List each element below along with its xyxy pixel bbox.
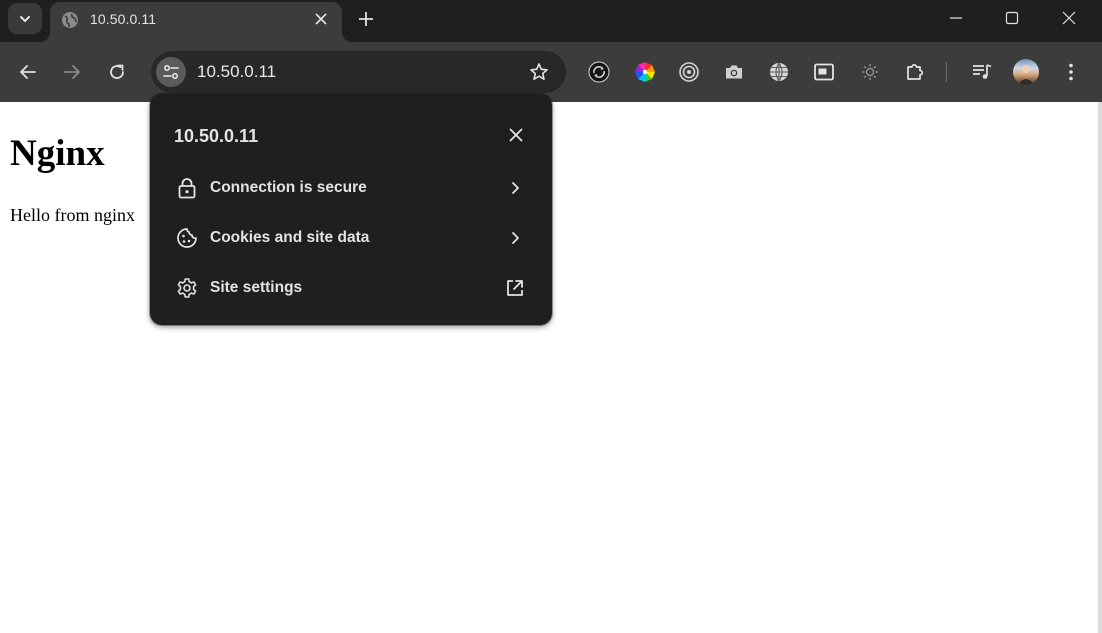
- tab-strip: 10.50.0.11: [0, 0, 1102, 42]
- arrow-right-icon: [64, 65, 80, 79]
- maximize-icon: [1005, 11, 1019, 25]
- cookie-icon: [176, 227, 198, 249]
- avatar-icon: [1018, 65, 1034, 85]
- close-icon: [315, 13, 327, 25]
- site-info-button[interactable]: [156, 57, 186, 87]
- reload-icon: [110, 64, 124, 79]
- window-close-button[interactable]: [1040, 0, 1098, 36]
- extension-sync-icon[interactable]: [587, 60, 611, 84]
- camera-icon: [726, 65, 742, 79]
- page-body-text: Hello from nginx: [10, 205, 135, 225]
- maximize-button[interactable]: [983, 0, 1041, 36]
- sun-icon: [862, 64, 878, 80]
- chevron-down-icon: [20, 15, 30, 22]
- address-bar[interactable]: 10.50.0.11: [151, 51, 566, 93]
- globe-icon: [770, 62, 788, 82]
- extension-target-icon[interactable]: [677, 60, 701, 84]
- sync-circle-icon: [588, 61, 610, 83]
- reload-button[interactable]: [102, 57, 132, 87]
- lock-icon: [176, 177, 198, 199]
- site-settings-row[interactable]: Site settings: [150, 264, 552, 314]
- extension-color-wheel-icon[interactable]: [633, 60, 657, 84]
- site-info-popup: 10.50.0.11 Connection is secure Cookies …: [150, 94, 552, 325]
- active-tab[interactable]: 10.50.0.11: [50, 2, 342, 42]
- connection-security-label: Connection is secure: [210, 179, 367, 196]
- target-icon: [679, 62, 699, 82]
- minimize-button[interactable]: [927, 0, 985, 36]
- cookies-site-data-label: Cookies and site data: [210, 229, 370, 246]
- connection-security-row[interactable]: Connection is secure: [150, 164, 552, 214]
- site-settings-label: Site settings: [210, 279, 303, 296]
- queue-music-icon: [973, 64, 992, 79]
- profile-avatar[interactable]: [1013, 59, 1039, 85]
- minimize-icon: [950, 17, 962, 19]
- page-heading: Nginx: [10, 133, 105, 174]
- bookmark-button[interactable]: [528, 61, 550, 83]
- cookies-site-data-row[interactable]: Cookies and site data: [150, 214, 552, 264]
- more-vertical-icon: [1069, 63, 1073, 81]
- browser-menu-button[interactable]: [1059, 60, 1083, 84]
- tab-title: 10.50.0.11: [90, 11, 157, 27]
- plus-icon: [359, 12, 373, 26]
- open-in-new-icon: [504, 277, 526, 299]
- close-icon: [509, 128, 523, 142]
- tune-icon: [163, 65, 179, 79]
- arrow-left-icon: [20, 65, 36, 79]
- scrollbar-track[interactable]: [1098, 102, 1102, 633]
- picture-in-picture-icon: [814, 63, 834, 81]
- chevron-right-icon: [504, 227, 526, 249]
- browser-toolbar: 10.50.0.11: [0, 42, 1102, 102]
- back-button[interactable]: [13, 57, 43, 87]
- popup-close-button[interactable]: [506, 125, 526, 145]
- media-controls-button[interactable]: [970, 60, 994, 84]
- extension-sun-icon[interactable]: [858, 60, 882, 84]
- tab-close-button[interactable]: [312, 10, 330, 28]
- new-tab-button[interactable]: [354, 7, 378, 31]
- extension-picture-in-picture-icon[interactable]: [812, 60, 836, 84]
- close-icon: [1062, 11, 1076, 25]
- globe-favicon-icon: [62, 12, 78, 28]
- gear-icon: [176, 277, 198, 299]
- extension-globe-icon[interactable]: [767, 60, 791, 84]
- extensions-menu-button[interactable]: [903, 60, 927, 84]
- star-icon: [530, 63, 548, 80]
- color-wheel-icon: [635, 62, 655, 82]
- tab-search-button[interactable]: [8, 3, 42, 34]
- puzzle-piece-icon: [907, 63, 924, 80]
- popup-title: 10.50.0.11: [174, 126, 259, 146]
- chevron-right-icon: [504, 177, 526, 199]
- extension-camera-icon[interactable]: [722, 60, 746, 84]
- address-bar-url: 10.50.0.11: [197, 62, 277, 81]
- toolbar-separator: [946, 62, 947, 82]
- forward-button[interactable]: [57, 57, 87, 87]
